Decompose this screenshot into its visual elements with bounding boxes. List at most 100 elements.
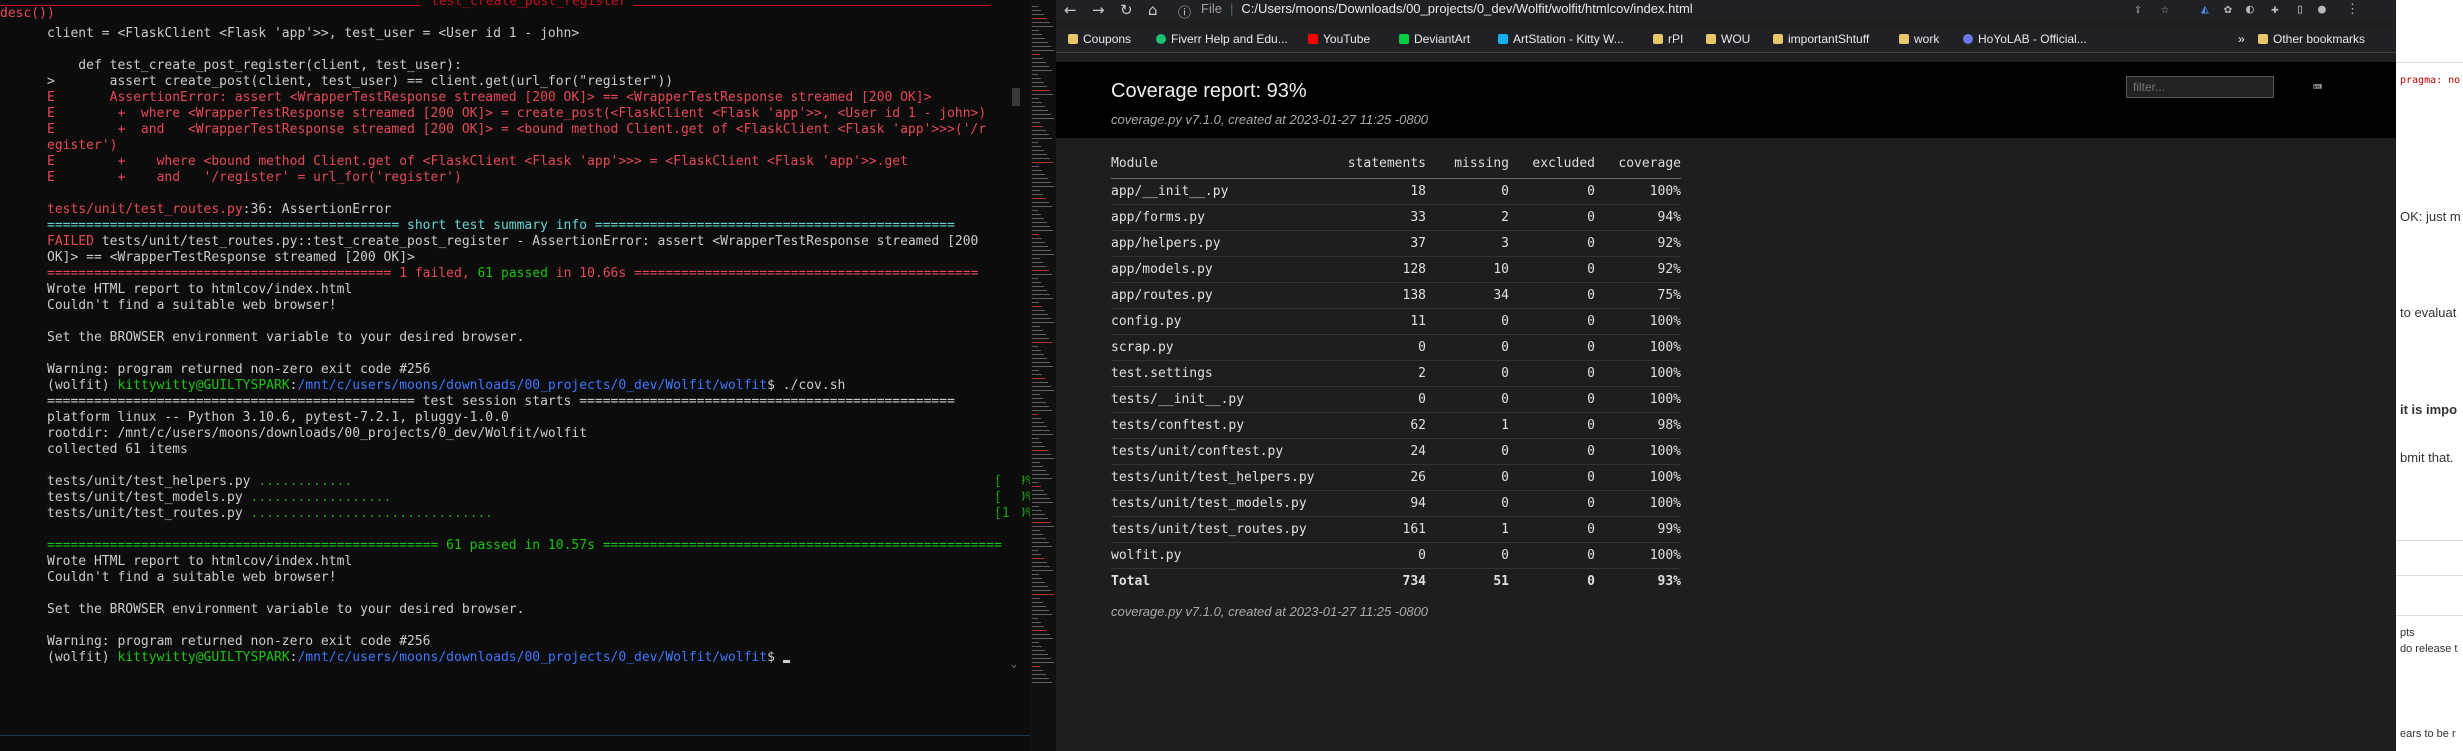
terminal-scroll-thumb[interactable] (1012, 88, 1020, 106)
statements-cell: 26 (1326, 464, 1426, 491)
bookmark-wou[interactable]: WOU (1706, 32, 1750, 46)
report-header: Coverage report: 93% coverage.py v7.1.0,… (1056, 62, 2396, 138)
minimap-line (1032, 310, 1045, 311)
minimap-line (1032, 214, 1041, 215)
forward-icon[interactable]: → (1092, 1, 1105, 19)
statements-cell: 0 (1326, 334, 1426, 361)
address-bar[interactable]: File | C:/Users/moons/Downloads/00_project… (1201, 1, 1693, 19)
table-row[interactable]: app/models.py 128 10 0 92% (1111, 256, 1681, 283)
bookmark-fiverr[interactable]: Fiverr Help and Edu... (1156, 32, 1288, 46)
terminal-scrollbar[interactable]: ⌄ (1010, 0, 1022, 670)
bookmark-artstation[interactable]: ArtStation - Kitty W... (1498, 32, 1624, 46)
terminal-window[interactable]: test_create_post_register desc()) client… (0, 0, 1030, 751)
table-row[interactable]: tests/__init__.py 0 0 0 100% (1111, 386, 1681, 413)
module-cell[interactable]: tests/unit/conftest.py (1111, 438, 1326, 465)
module-cell[interactable]: app/helpers.py (1111, 230, 1326, 257)
missing-cell: 0 (1426, 308, 1509, 335)
minimap-line (1032, 658, 1051, 659)
column-header-missing[interactable]: missing (1426, 154, 1509, 179)
table-row[interactable]: app/helpers.py 37 3 0 92% (1111, 230, 1681, 257)
module-cell[interactable]: config.py (1111, 308, 1326, 335)
bookmark-hoyolab[interactable]: HoYoLAB - Official... (1963, 32, 2087, 46)
bookmark-work[interactable]: work (1899, 32, 1939, 46)
module-cell[interactable]: test.settings (1111, 360, 1326, 387)
module-cell[interactable]: tests/unit/test_models.py (1111, 490, 1326, 517)
column-header-excluded[interactable]: excluded (1509, 154, 1595, 179)
module-cell[interactable]: tests/conftest.py (1111, 412, 1326, 439)
table-row[interactable]: app/routes.py 138 34 0 75% (1111, 282, 1681, 309)
module-cell[interactable]: app/forms.py (1111, 204, 1326, 231)
table-row[interactable]: tests/unit/test_helpers.py 26 0 0 100% (1111, 464, 1681, 491)
bookmark-star-icon[interactable]: ☆ (2161, 2, 2169, 17)
table-row[interactable]: test.settings 2 0 0 100% (1111, 360, 1681, 387)
menu-kebab-icon[interactable]: ⋮ (2346, 2, 2359, 17)
terminal-segment: def test_create_post_register(client, te… (47, 58, 462, 73)
drive-extension-icon[interactable]: ◭ (2201, 2, 2209, 17)
keyboard-shortcuts-icon[interactable]: ⌨ (2313, 78, 2322, 96)
terminal-line: E + where <WrapperTestResponse streamed … (47, 106, 986, 122)
side-panel-icon[interactable]: ▯ (2296, 2, 2304, 17)
share-icon[interactable]: ⇪ (2134, 2, 2142, 17)
module-cell[interactable]: tests/unit/test_helpers.py (1111, 464, 1326, 491)
background-window[interactable]: pragma: no OK: just m to evaluat it is i… (2396, 0, 2463, 751)
bookmark-coupons[interactable]: Coupons (1068, 32, 1131, 46)
minimap-line (1032, 494, 1047, 495)
terminal-segment: :36: AssertionError (242, 202, 392, 217)
extensions-puzzle-icon[interactable]: ✚ (2271, 2, 2279, 17)
table-row[interactable]: tests/conftest.py 62 1 0 98% (1111, 412, 1681, 439)
table-row[interactable]: scrap.py 0 0 0 100% (1111, 334, 1681, 361)
extension-icon-2[interactable]: ◐ (2246, 2, 2254, 17)
other-bookmarks-folder[interactable]: Other bookmarks (2258, 32, 2365, 46)
table-row[interactable]: app/__init__.py 18 0 0 100% (1111, 178, 1681, 205)
terminal-line: ========================================… (47, 538, 1002, 554)
terminal-segment: E + and '/register' = url_for('register'… (47, 170, 462, 185)
module-cell[interactable]: scrap.py (1111, 334, 1326, 361)
scroll-down-icon[interactable]: ⌄ (1011, 659, 1017, 670)
column-header-coverage[interactable]: coverage (1595, 154, 1681, 179)
bookmark-rpi[interactable]: rPI (1653, 32, 1683, 46)
excluded-cell: 0 (1509, 308, 1595, 335)
table-row[interactable]: tests/unit/conftest.py 24 0 0 100% (1111, 438, 1681, 465)
module-cell[interactable]: tests/__init__.py (1111, 386, 1326, 413)
column-header-statements[interactable]: statements (1326, 154, 1426, 179)
minimap-line (1032, 646, 1042, 647)
home-icon[interactable]: ⌂ (1148, 1, 1158, 19)
extension-icon[interactable]: ✿ (2224, 2, 2232, 17)
table-row[interactable]: config.py 11 0 0 100% (1111, 308, 1681, 335)
minimap-line (1032, 218, 1044, 219)
back-icon[interactable]: ← (1064, 1, 1077, 19)
module-cell[interactable]: app/__init__.py (1111, 178, 1326, 205)
terminal-line: E + and <WrapperTestResponse streamed [2… (47, 122, 986, 138)
minimap-line (1032, 410, 1052, 411)
terminal-left-fragment: desc()) (0, 6, 55, 21)
table-row[interactable]: tests/unit/test_models.py 94 0 0 100% (1111, 490, 1681, 517)
bookmark-deviantart[interactable]: DeviantArt (1399, 32, 1470, 46)
table-row[interactable]: wolfit.py 0 0 0 100% (1111, 542, 1681, 569)
bookmark-youtube[interactable]: YouTube (1308, 32, 1370, 46)
minimap-line (1032, 74, 1038, 75)
site-info-icon[interactable]: ⓘ (1178, 2, 1191, 21)
bookmark-importantshtuff[interactable]: importantShtuff (1773, 32, 1869, 46)
module-cell[interactable]: app/routes.py (1111, 282, 1326, 309)
editor-minimap[interactable] (1030, 0, 1056, 751)
more-bookmarks-button[interactable]: » (2238, 32, 2245, 46)
excluded-cell: 0 (1509, 464, 1595, 491)
minimap-line (1032, 654, 1048, 655)
minimap-line (1032, 606, 1046, 607)
module-cell[interactable]: app/models.py (1111, 256, 1326, 283)
module-cell[interactable]: tests/unit/test_routes.py (1111, 516, 1326, 543)
reload-icon[interactable]: ↻ (1120, 1, 1133, 19)
table-row[interactable]: app/forms.py 33 2 0 94% (1111, 204, 1681, 231)
terminal-segment: tests/unit/test_routes.py::test_create_p… (93, 234, 979, 249)
coverage-table: Module statements missing excluded cover… (1111, 154, 1681, 594)
profile-avatar[interactable]: ● (2318, 2, 2326, 17)
statements-cell: 33 (1326, 204, 1426, 231)
statements-cell: 138 (1326, 282, 1426, 309)
failing-test-title: test_create_post_register (425, 0, 633, 9)
table-row[interactable]: tests/unit/test_routes.py 161 1 0 99% (1111, 516, 1681, 543)
module-cell[interactable]: wolfit.py (1111, 542, 1326, 569)
filter-input[interactable] (2126, 76, 2274, 98)
terminal-line: egister') (47, 138, 117, 154)
terminal-segment: ............................... [100%] (250, 506, 1031, 521)
column-header-module[interactable]: Module (1111, 154, 1326, 179)
